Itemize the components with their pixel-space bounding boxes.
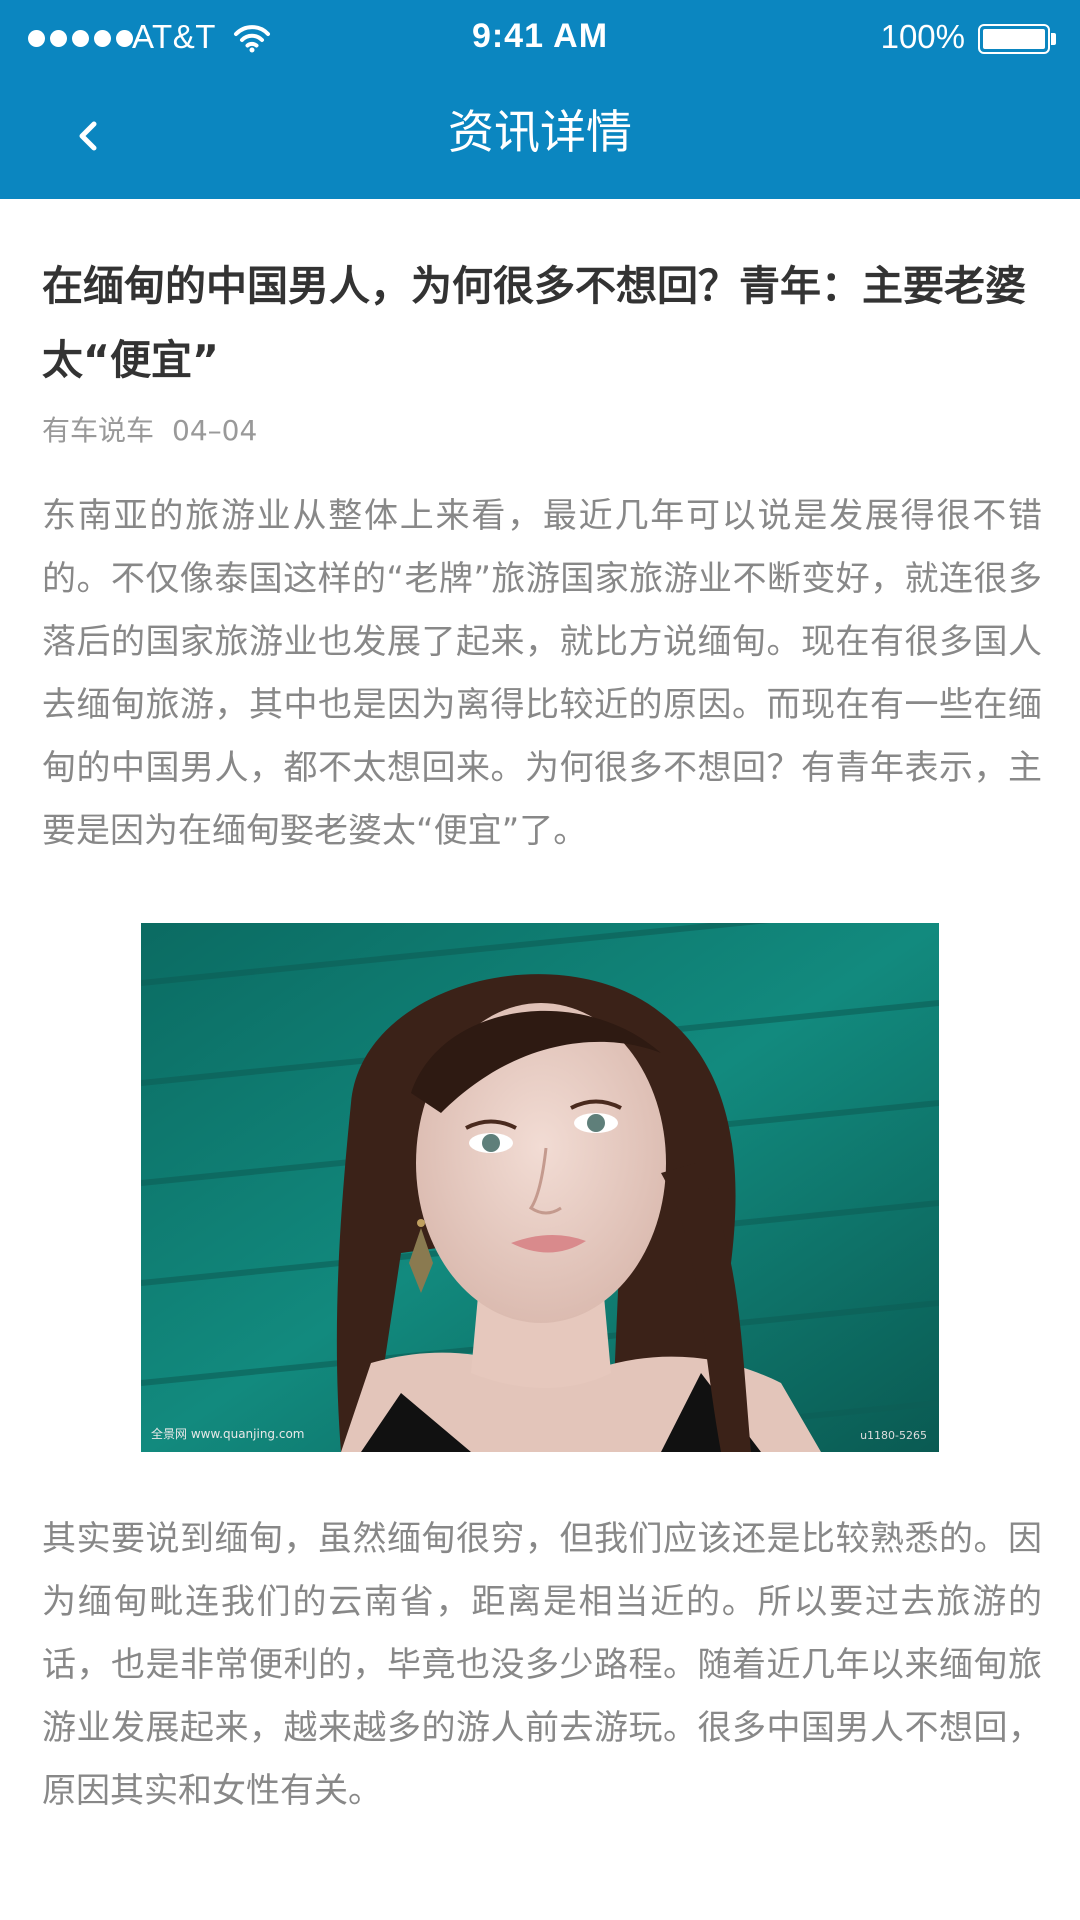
article-source: 有车说车 <box>42 414 155 447</box>
image-watermark-left: 全景网 www.quanjing.com <box>151 1427 305 1441</box>
battery-cap-icon <box>1051 33 1056 45</box>
nav-bar: 资讯详情 <box>0 78 1080 199</box>
portrait-photo <box>141 923 939 1452</box>
article-content: 在缅甸的中国男人，为何很多不想回？青年：主要老婆太“便宜” 有车说车 04–04 … <box>42 199 1042 1823</box>
image-watermark-right: u1180-5265 <box>860 1429 927 1442</box>
article-image: 全景网 www.quanjing.com u1180-5265 <box>141 923 939 1452</box>
article-paragraph: 东南亚的旅游业从整体上来看，最近几年可以说是发展得很不错的。不仅像泰国这样的“老… <box>42 496 1042 851</box>
article-date: 04–04 <box>172 414 258 447</box>
article-meta: 有车说车 04–04 <box>42 411 1042 451</box>
battery-percentage: 100% <box>880 18 965 55</box>
article-paragraph: 其实要说到缅甸，虽然缅甸很穷，但我们应该还是比较熟悉的。因为缅甸毗连我们的云南省… <box>42 1519 1042 1811</box>
page-title: 资讯详情 <box>448 105 632 159</box>
app-header: AT&T 9:41 AM 100% 资讯详情 <box>0 0 1080 199</box>
article-title: 在缅甸的中国男人，为何很多不想回？青年：主要老婆太“便宜” <box>42 262 1026 384</box>
status-bar: AT&T 9:41 AM 100% <box>0 0 1080 78</box>
battery-icon <box>978 24 1050 54</box>
